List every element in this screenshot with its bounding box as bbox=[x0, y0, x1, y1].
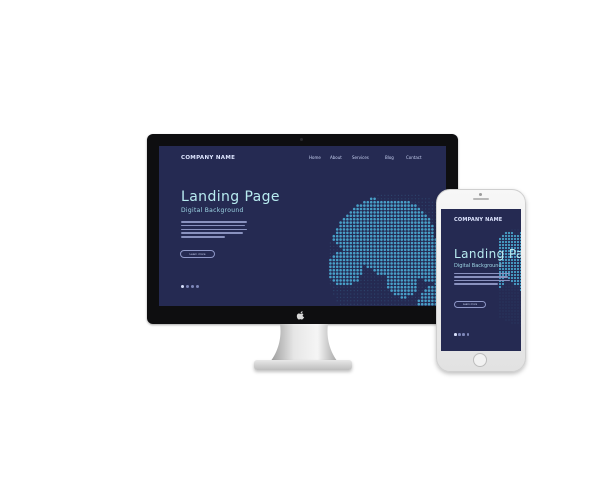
mobile-learn-more-label: Learn more bbox=[462, 302, 478, 306]
mobile-slide-indicator bbox=[454, 321, 471, 340]
mobile-learn-more-button[interactable]: Learn more bbox=[454, 301, 486, 308]
monitor-camera-icon bbox=[300, 138, 303, 141]
slide-dot[interactable] bbox=[191, 285, 194, 288]
phone-camera-icon bbox=[479, 193, 482, 196]
hero-subtitle: Digital Background bbox=[181, 207, 244, 214]
slide-dot[interactable] bbox=[186, 285, 189, 288]
phone-speaker bbox=[473, 198, 489, 200]
desktop-brand-logo[interactable]: COMPANY NAME bbox=[181, 155, 235, 161]
mobile-brand-logo[interactable]: COMPANY NAME bbox=[454, 217, 502, 223]
desktop-screen: COMPANY NAME Home About Services Blog Co… bbox=[159, 146, 446, 306]
home-button-icon[interactable] bbox=[473, 353, 487, 367]
dotted-globe-illustration bbox=[329, 194, 446, 306]
monitor-stand bbox=[270, 324, 338, 362]
learn-more-button[interactable]: Learn more bbox=[180, 250, 215, 258]
mobile-screen: COMPANY NAME Landing Page Digital Backgr… bbox=[441, 209, 521, 351]
mobile-phone: COMPANY NAME Landing Page Digital Backgr… bbox=[436, 189, 526, 372]
desktop-monitor: COMPANY NAME Home About Services Blog Co… bbox=[147, 134, 458, 324]
nav-link-blog[interactable]: Blog bbox=[385, 155, 394, 160]
slide-dot[interactable] bbox=[466, 333, 470, 336]
hero-body-text bbox=[181, 221, 247, 240]
slide-dot[interactable] bbox=[454, 333, 457, 336]
mobile-hero-title: Landing Page bbox=[454, 247, 521, 261]
mobile-hero-subtitle: Digital Background bbox=[454, 263, 502, 269]
apple-logo-icon bbox=[296, 311, 305, 320]
nav-link-services[interactable]: Services bbox=[352, 155, 369, 160]
slide-dot[interactable] bbox=[196, 285, 199, 288]
monitor-stand-base bbox=[254, 360, 352, 370]
slide-dot[interactable] bbox=[462, 333, 465, 336]
mobile-hero-body-text bbox=[454, 273, 510, 287]
slide-dot[interactable] bbox=[181, 285, 184, 288]
nav-link-contact[interactable]: Contact bbox=[406, 155, 422, 160]
nav-link-home[interactable]: Home bbox=[309, 155, 321, 160]
hero-title: Landing Page bbox=[181, 189, 280, 205]
nav-link-about[interactable]: About bbox=[330, 155, 342, 160]
learn-more-label: Learn more bbox=[189, 252, 206, 256]
slide-dot[interactable] bbox=[458, 333, 461, 336]
slide-indicator bbox=[181, 273, 201, 292]
